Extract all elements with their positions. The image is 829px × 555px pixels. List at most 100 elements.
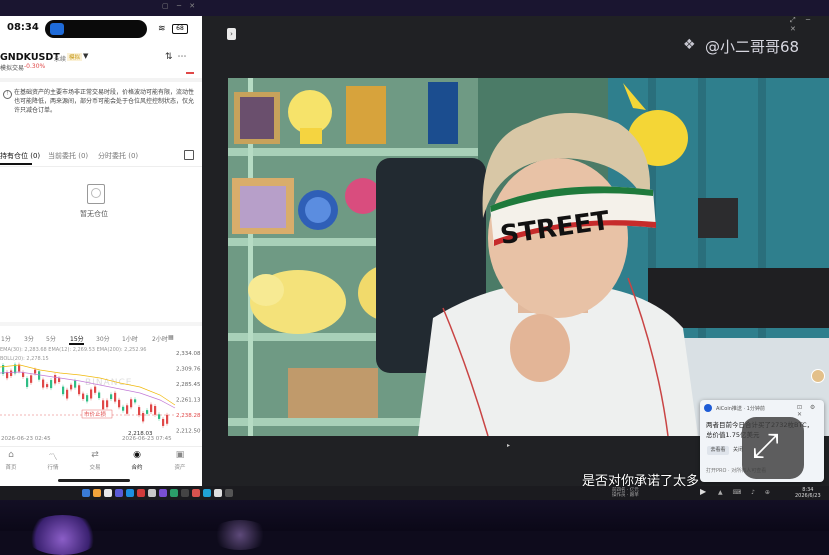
price-axis: 2,334.08 2,309.76 2,285.45 2,261.13 2,238.28… <box>176 351 201 435</box>
stop-price-label: 市价止损 <box>84 410 107 418</box>
avatar[interactable] <box>811 369 825 383</box>
background-glow <box>25 515 100 555</box>
candle <box>166 414 169 424</box>
candle <box>74 380 77 388</box>
chart-date-start: 2026-06-23 02:45 <box>1 436 51 442</box>
candle <box>122 406 125 411</box>
chart-icon: 〽 <box>48 453 58 463</box>
info-icon: ! <box>3 90 12 99</box>
candle <box>78 385 81 395</box>
candle <box>102 400 105 410</box>
background-glow <box>210 520 270 550</box>
candle <box>146 410 149 414</box>
candle <box>38 371 41 380</box>
candlestick-chart[interactable]: 市价止损 2,334.08 2,309.76 2,285.45 2,261.13 2,2… <box>0 345 202 445</box>
candle <box>110 394 113 400</box>
nav-label: 行情 <box>47 465 59 471</box>
candle <box>82 393 85 400</box>
price-axis-label: 2,334.08 <box>176 351 201 357</box>
candle <box>34 369 37 374</box>
tab-open-orders[interactable]: 当前委托 (0) <box>48 151 88 161</box>
play-icon[interactable]: ▶ <box>700 487 706 496</box>
taskbar-app-icon[interactable] <box>93 489 101 497</box>
divider <box>0 322 202 326</box>
candle <box>94 386 97 393</box>
streamer-watermark: @小二哥哥68 <box>705 38 800 56</box>
home-indicator[interactable] <box>58 479 130 482</box>
candle <box>150 404 153 413</box>
system-tray[interactable]: ▲ ⌨ ♪ ⊕ <box>718 489 774 496</box>
webcam-scene: STREET <box>228 78 829 436</box>
candle <box>50 380 53 389</box>
nav-markets[interactable]: 〽行情 <box>36 450 70 471</box>
taskbar-app-icon[interactable] <box>214 489 222 497</box>
divider <box>0 166 202 167</box>
candle <box>22 372 25 377</box>
tab-positions[interactable]: 持有仓位 (0) <box>0 151 40 161</box>
battery-icon: 68 <box>172 24 188 34</box>
view-button[interactable]: 去看看 <box>707 446 729 455</box>
taskbar-clock[interactable]: 8:34 2026/6/23 <box>795 487 821 499</box>
collapse-panel-icon[interactable]: › <box>227 28 236 40</box>
timeframe-1m[interactable]: 1分 <box>1 334 11 343</box>
tab-time-orders[interactable]: 分时委托 (0) <box>98 151 138 161</box>
candle <box>162 418 165 426</box>
popup-controls[interactable]: ⊡ ⚙ ✕ <box>797 404 829 418</box>
candle <box>62 386 65 395</box>
taskbar-app-icon[interactable] <box>137 489 145 497</box>
status-time: 08:34 <box>7 22 39 33</box>
timeframe-2h[interactable]: 2小时 <box>152 334 168 343</box>
taskbar-app-icon[interactable] <box>170 489 178 497</box>
candle <box>66 389 69 399</box>
candle <box>118 399 121 408</box>
candle <box>158 414 161 419</box>
taskbar-app-icon[interactable] <box>82 489 90 497</box>
demo-badge: 模拟 <box>67 53 83 61</box>
risk-notice: 在基础资产的主要市场非正常交易时段，价格波动可能有限，流动性也可能降低，两来源间… <box>14 89 195 114</box>
contract-icon: ◉ <box>133 450 141 460</box>
platform-logo-icon: ❖ <box>683 37 696 53</box>
price-axis-label: 2,309.76 <box>176 367 201 373</box>
timeframe-1h[interactable]: 1小时 <box>122 334 138 343</box>
candle <box>106 400 109 408</box>
taskbar-app-icon[interactable] <box>126 489 134 497</box>
taskbar-app-icon[interactable] <box>104 489 112 497</box>
timeframe-5m[interactable]: 5分 <box>46 334 56 343</box>
taskbar-app-icon[interactable] <box>159 489 167 497</box>
pair-sub-label: 模拟交易 <box>0 65 25 72</box>
nav-assets[interactable]: ▣ 资产 <box>163 450 197 471</box>
notification-title: AiCoin推送 · 1分钟前 <box>716 406 765 412</box>
nav-label: 首页 <box>5 465 17 471</box>
taskbar-app-icon[interactable] <box>203 489 211 497</box>
chart-settings-icon[interactable]: ▦ <box>168 334 174 341</box>
taskbar-app-icon[interactable] <box>225 489 233 497</box>
pair-name[interactable]: GNDKUSDT <box>0 52 60 63</box>
candle <box>114 392 117 402</box>
nav-home[interactable]: ⌂ 首页 <box>0 450 28 471</box>
candle <box>142 412 145 422</box>
taskbar-app-icon[interactable] <box>192 489 200 497</box>
chevron-down-icon[interactable]: ▼ <box>83 52 88 60</box>
nav-trade[interactable]: ⇄ 交易 <box>78 450 112 471</box>
candle <box>54 375 57 384</box>
filter-icon[interactable] <box>184 150 194 160</box>
candle <box>90 389 93 399</box>
candle <box>86 395 89 402</box>
taskbar-app-icon[interactable] <box>148 489 156 497</box>
taskbar-app-icon[interactable] <box>115 489 123 497</box>
timeframe-15m[interactable]: 15分 <box>70 334 84 343</box>
price-indicator <box>186 72 194 74</box>
nav-label: 资产 <box>174 465 186 471</box>
candle <box>98 392 101 399</box>
nav-futures[interactable]: ◉ 合约 <box>120 450 154 471</box>
window-controls[interactable]: ⤢ ─ ✕ <box>790 16 829 33</box>
nav-label: 交易 <box>89 465 101 471</box>
pair-actions[interactable]: ⇅⋯ <box>165 52 192 62</box>
timeframe-3m[interactable]: 3分 <box>24 334 34 343</box>
taskbar-app-icon[interactable] <box>181 489 189 497</box>
price-axis-label: 2,261.13 <box>176 398 201 404</box>
home-icon: ⌂ <box>8 450 14 460</box>
window-controls[interactable]: ▢ ─ ✕ <box>162 2 198 10</box>
timeframe-30m[interactable]: 30分 <box>96 334 110 343</box>
chart-date-end: 2026-06-23 07:45 <box>122 436 172 442</box>
